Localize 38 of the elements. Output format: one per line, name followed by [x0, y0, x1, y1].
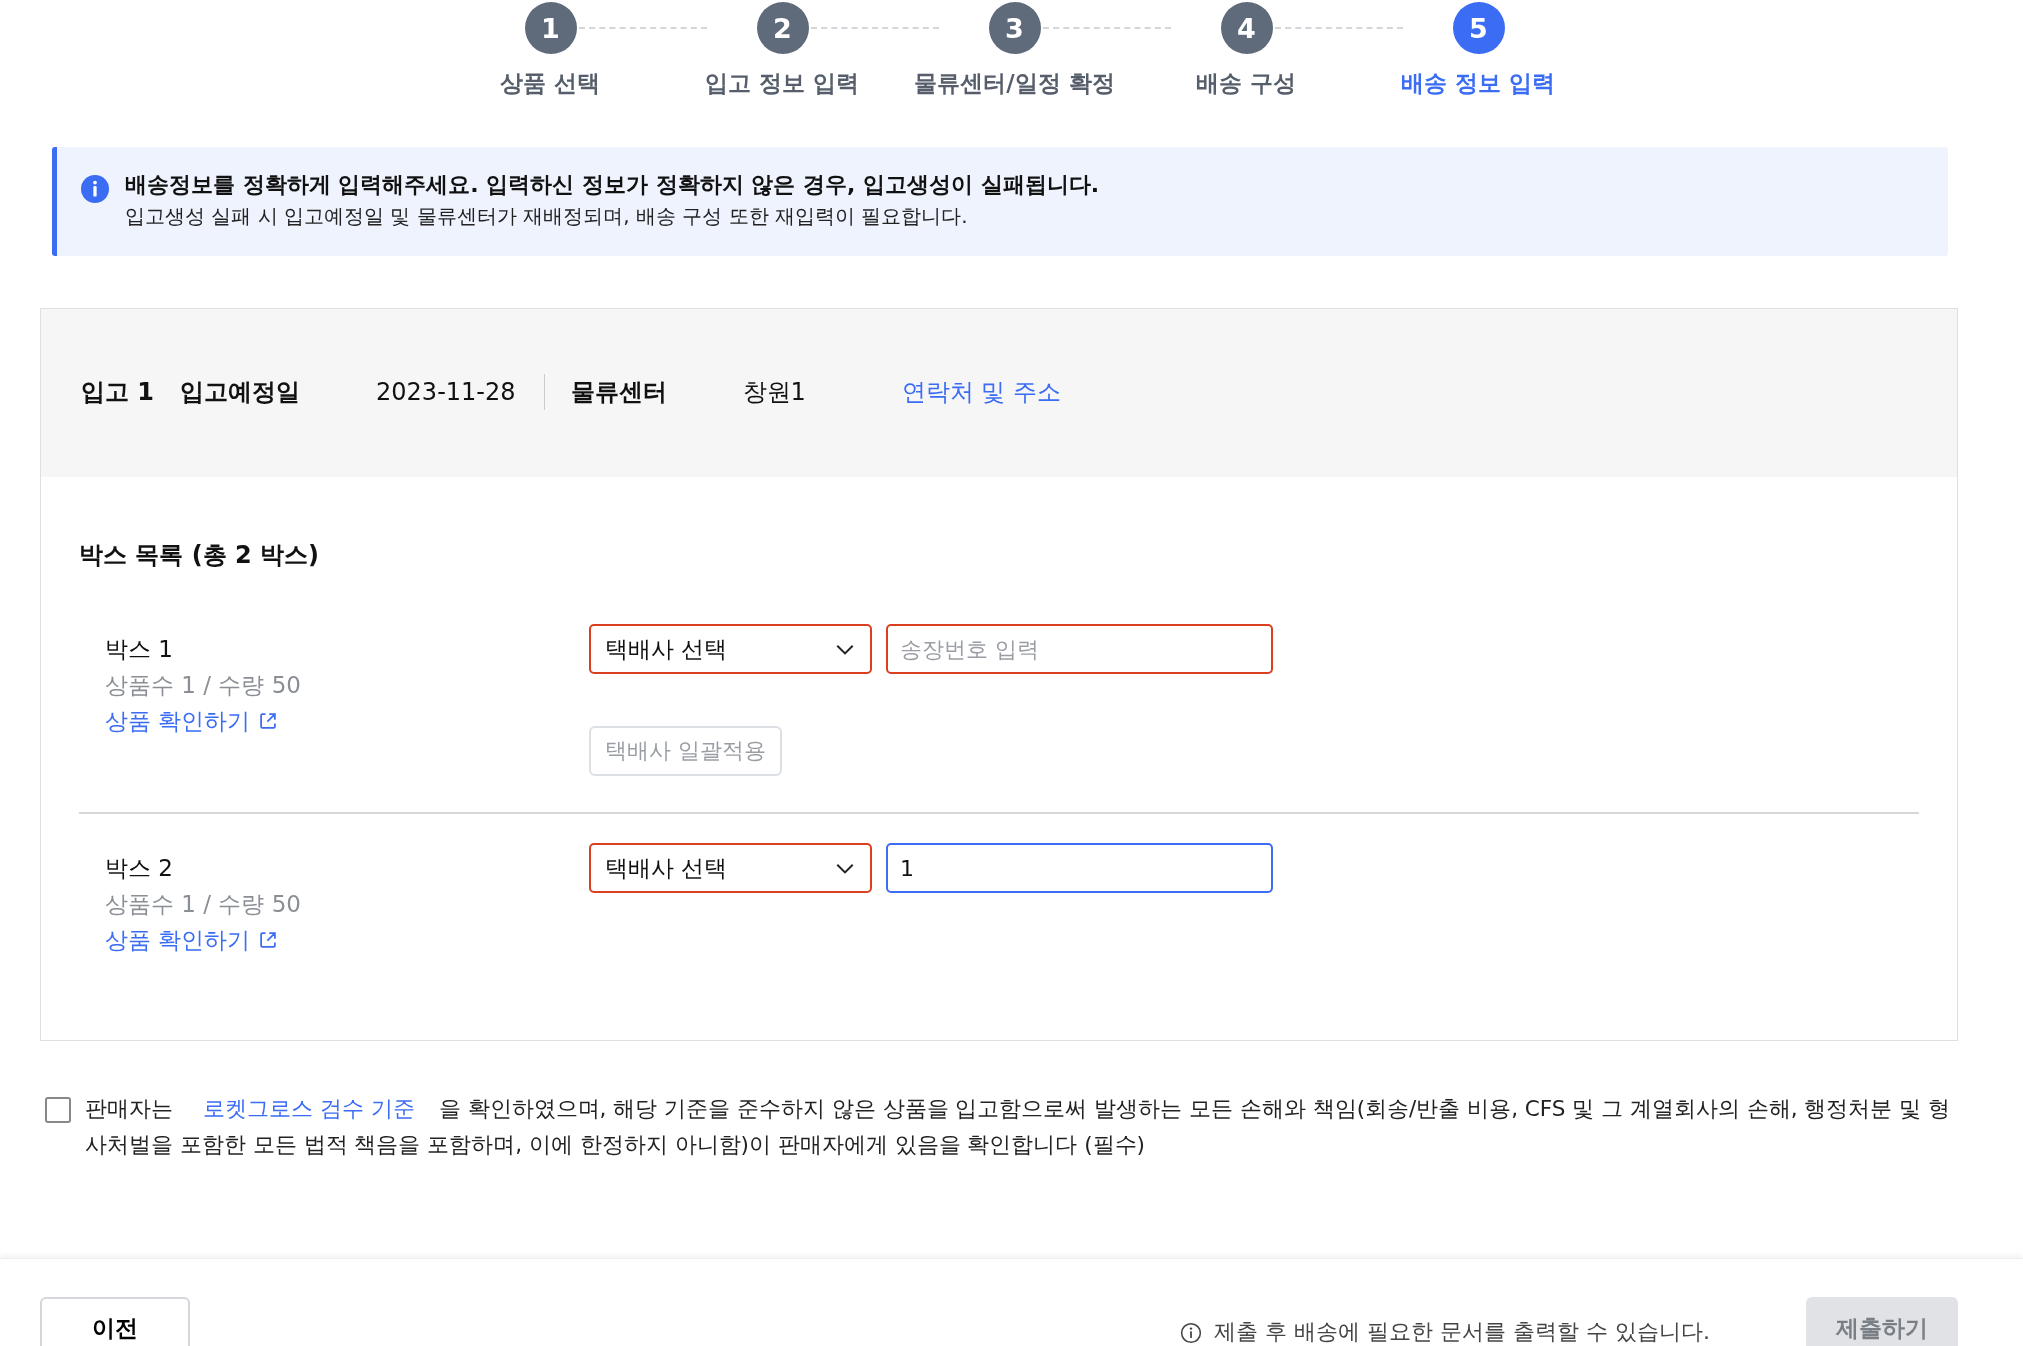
date-label: 입고예정일	[180, 377, 301, 408]
step-label: 물류센터/일정 확정	[914, 69, 1115, 98]
step-label: 배송 정보 입력	[1401, 69, 1556, 98]
carrier-select[interactable]: 택배사 선택	[589, 843, 872, 893]
submit-hint: 제출 후 배송에 필요한 문서를 출력할 수 있습니다.	[1214, 1318, 1710, 1346]
external-link-icon	[258, 930, 279, 950]
step-number: 4	[1220, 2, 1273, 54]
step-label: 입고 정보 입력	[705, 69, 860, 98]
step-number: 5	[1452, 2, 1505, 54]
contact-link[interactable]: 연락처 및 주소	[901, 376, 1062, 408]
step-number: 2	[756, 2, 809, 54]
inbound-label: 입고 1	[81, 377, 155, 408]
notice-title: 배송정보를 정확하게 입력해주세요. 입력하신 정보가 정확하지 않은 경우, 입고생성이 실패됩니다.	[125, 171, 1099, 199]
external-link-icon	[258, 711, 279, 731]
agreement-checkbox[interactable]	[45, 1097, 71, 1123]
step-number: 1	[524, 2, 577, 54]
invoice-number-field[interactable]: 1	[886, 843, 1273, 893]
product-check-link[interactable]: 상품 확인하기	[105, 922, 279, 958]
inspection-standard-link[interactable]: 로켓그로스 검수 기준	[203, 1096, 415, 1121]
box-name: 박스 1	[105, 635, 174, 664]
center-label: 물류센터	[570, 377, 667, 408]
date-value: 2023-11-28	[376, 378, 516, 406]
agreement-text: 판매자는 로켓그로스 검수 기준 을 확인하였으며, 해당 기준을 준수하지 않은 상품을 입고함으로써 발생하는 모든 손해와 책임(회송/반출 비용, CFS 및 그 계열회사의 손해, 행정처분 및 형사처벌을 포함한 모든 법적 책음을 포함하며, 이에 한정하지 아니함)이 판매자에게 있음을 확인합니다 (필수)	[85, 1095, 1952, 1159]
product-check-link[interactable]: 상품 확인하기	[105, 703, 279, 739]
step-label: 배송 구성	[1196, 69, 1297, 98]
step-number: 3	[988, 2, 1041, 54]
step-label: 상품 선택	[500, 69, 601, 98]
box-list-title: 박스 목록 (총 2 박스)	[79, 540, 321, 571]
carrier-select[interactable]: 택배사 선택	[589, 624, 872, 674]
info-icon	[81, 175, 109, 203]
box-summary: 상품수 1 / 수량 50	[105, 890, 302, 919]
center-value: 창원1	[742, 377, 806, 408]
notice-text: 입고생성 실패 시 입고예정일 및 물류센터가 재배정되며, 배송 구성 또한 재입력이 필요합니다.	[125, 203, 969, 230]
previous-button[interactable]: 이전	[40, 1297, 190, 1346]
box-summary: 상품수 1 / 수량 50	[105, 671, 302, 700]
box-name: 박스 2	[105, 854, 174, 883]
invoice-number-field[interactable]: 송장번호 입력	[886, 624, 1273, 674]
info-icon	[1180, 1322, 1203, 1344]
